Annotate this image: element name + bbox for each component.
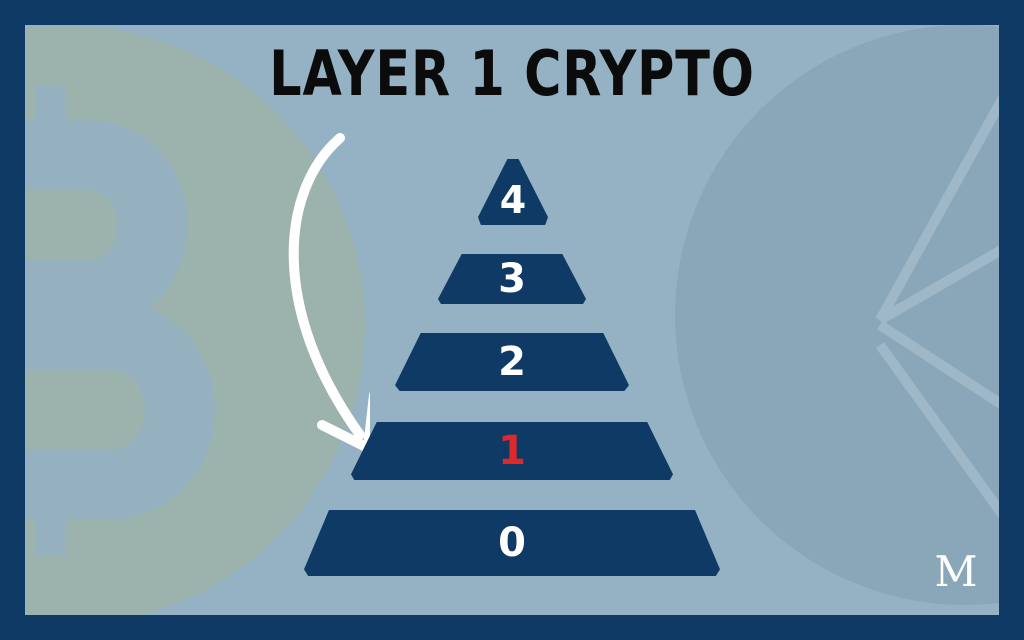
bitcoin-icon — [25, 85, 215, 555]
outer-frame: LAYER 1 CRYPTO 4 3 2 1 0 M — [0, 0, 1024, 640]
brand-logo: M — [934, 547, 978, 596]
pyramid-layer-0: 0 — [304, 510, 720, 576]
layer-label: 4 — [499, 178, 527, 222]
layer-label: 3 — [498, 256, 526, 302]
page-title: LAYER 1 CRYPTO — [269, 37, 755, 110]
content-panel: LAYER 1 CRYPTO 4 3 2 1 0 M — [25, 25, 999, 615]
layer-label: 2 — [498, 339, 526, 385]
pyramid-layer-1: 1 — [351, 422, 673, 480]
layer-label-highlighted: 1 — [498, 428, 526, 474]
layer-label: 0 — [498, 520, 526, 566]
pyramid-layer-2: 2 — [395, 333, 629, 391]
ethereum-circle — [675, 25, 999, 605]
curved-arrow-icon — [288, 133, 370, 453]
pyramid-layer-3: 3 — [438, 254, 586, 304]
